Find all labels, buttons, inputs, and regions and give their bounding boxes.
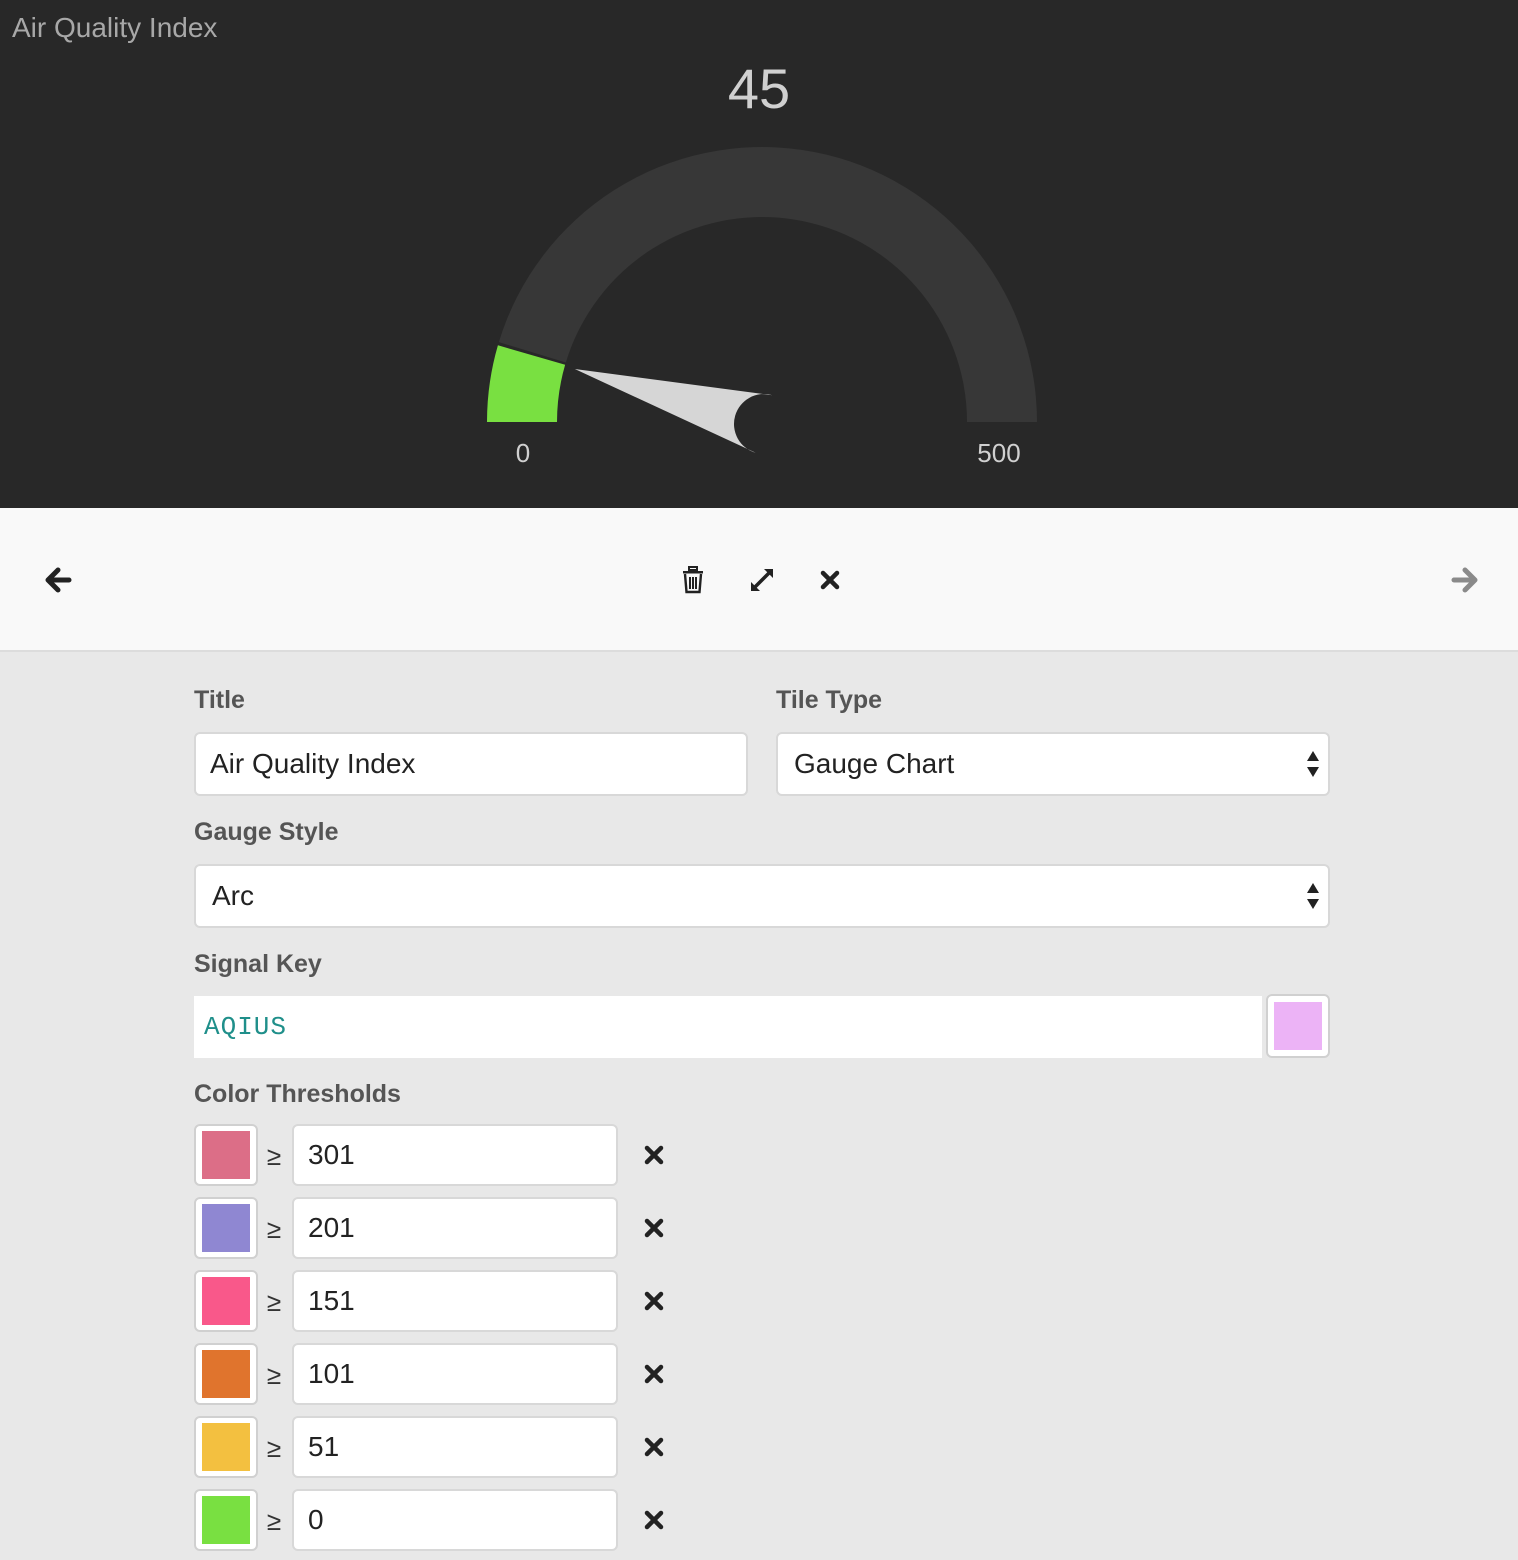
threshold-color-picker[interactable]	[194, 1416, 258, 1478]
greater-equal-symbol: ≥	[266, 1433, 282, 1463]
gauge-style-label: Gauge Style	[194, 818, 339, 846]
gauge-chart	[487, 147, 1037, 453]
signal-color-swatch	[1274, 1002, 1322, 1050]
threshold-value: 51	[308, 1431, 340, 1462]
gauge-track	[498, 147, 1037, 423]
threshold-color-picker[interactable]	[194, 1197, 258, 1259]
tile-type-select[interactable]: Gauge Chart	[776, 732, 1330, 796]
threshold-value-input[interactable]: 0	[292, 1489, 618, 1551]
remove-threshold-button[interactable]	[636, 1137, 672, 1173]
gauge-max-label: 500	[977, 438, 1021, 468]
threshold-value-input[interactable]: 151	[292, 1270, 618, 1332]
color-thresholds-label: Color Thresholds	[194, 1080, 401, 1108]
close-button[interactable]	[810, 560, 850, 600]
threshold-value-input[interactable]: 51	[292, 1416, 618, 1478]
title-label: Title	[194, 686, 245, 714]
close-icon	[644, 1218, 664, 1238]
threshold-color-picker[interactable]	[194, 1124, 258, 1186]
close-icon	[644, 1437, 664, 1457]
threshold-color-picker[interactable]	[194, 1343, 258, 1405]
greater-equal-symbol: ≥	[266, 1214, 282, 1244]
threshold-value-input[interactable]: 201	[292, 1197, 618, 1259]
gauge-tile: Air Quality Index 45 0 500	[0, 0, 1518, 508]
threshold-value: 101	[308, 1358, 355, 1389]
title-input[interactable]: Air Quality Index	[194, 732, 748, 796]
back-button[interactable]	[38, 560, 78, 600]
signal-color-picker[interactable]	[1266, 994, 1330, 1058]
threshold-color-swatch	[202, 1204, 250, 1252]
threshold-color-picker[interactable]	[194, 1270, 258, 1332]
close-icon	[644, 1510, 664, 1530]
greater-equal-symbol: ≥	[266, 1287, 282, 1317]
threshold-value-input[interactable]: 101	[292, 1343, 618, 1405]
greater-equal-symbol: ≥	[266, 1141, 282, 1171]
arrow-right-icon	[1451, 567, 1478, 593]
arrow-left-icon	[45, 567, 72, 593]
gauge-min-label: 0	[515, 438, 531, 468]
greater-equal-symbol: ≥	[266, 1506, 282, 1536]
tile-type-value: Gauge Chart	[794, 748, 955, 779]
signal-key-label: Signal Key	[194, 950, 322, 978]
threshold-value-input[interactable]: 301	[292, 1124, 618, 1186]
remove-threshold-button[interactable]	[636, 1429, 672, 1465]
delete-button[interactable]	[673, 560, 713, 600]
gauge-style-select[interactable]: Arc	[194, 864, 1330, 928]
select-arrows-icon	[1307, 751, 1319, 777]
title-input-value: Air Quality Index	[210, 748, 416, 779]
remove-threshold-button[interactable]	[636, 1502, 672, 1538]
close-icon	[644, 1145, 664, 1165]
remove-threshold-button[interactable]	[636, 1356, 672, 1392]
gauge-style-value: Arc	[212, 880, 254, 911]
greater-equal-symbol: ≥	[266, 1360, 282, 1390]
trash-icon	[683, 566, 703, 594]
threshold-value: 301	[308, 1139, 355, 1170]
threshold-color-picker[interactable]	[194, 1489, 258, 1551]
threshold-value: 0	[308, 1504, 324, 1535]
threshold-color-swatch	[202, 1277, 250, 1325]
tile-type-label: Tile Type	[776, 686, 883, 714]
threshold-color-swatch	[202, 1423, 250, 1471]
threshold-value: 151	[308, 1285, 355, 1316]
remove-threshold-button[interactable]	[636, 1283, 672, 1319]
remove-threshold-button[interactable]	[636, 1210, 672, 1246]
signal-key-input[interactable]: AQIUS	[194, 996, 1262, 1058]
close-icon	[644, 1291, 664, 1311]
expand-icon	[751, 569, 773, 591]
close-icon	[820, 570, 840, 590]
tile-toolbar	[0, 508, 1518, 652]
select-arrows-icon	[1307, 883, 1319, 909]
close-icon	[644, 1364, 664, 1384]
gauge-needle	[574, 369, 773, 453]
threshold-color-swatch	[202, 1496, 250, 1544]
threshold-color-swatch	[202, 1131, 250, 1179]
expand-button[interactable]	[742, 560, 782, 600]
forward-button[interactable]	[1445, 560, 1485, 600]
signal-key-value: AQIUS	[204, 1012, 288, 1042]
threshold-value: 201	[308, 1212, 355, 1243]
threshold-color-swatch	[202, 1350, 250, 1398]
